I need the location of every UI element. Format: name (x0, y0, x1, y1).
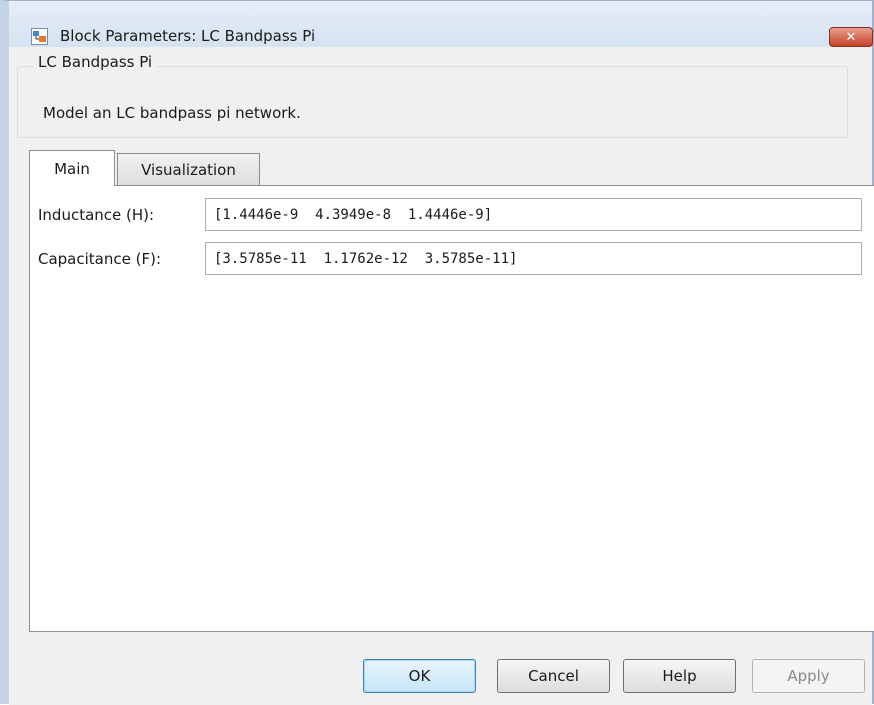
tab-visualization-label: Visualization (141, 161, 236, 179)
help-button[interactable]: Help (623, 659, 736, 693)
dialog-body: LC Bandpass Pi Model an LC bandpass pi n… (9, 47, 874, 705)
ok-button[interactable]: OK (363, 659, 476, 693)
ok-button-label: OK (408, 667, 431, 685)
cancel-button[interactable]: Cancel (497, 659, 610, 693)
close-icon: ✕ (845, 29, 857, 45)
title-bar[interactable]: Block Parameters: LC Bandpass Pi ✕ (9, 1, 873, 47)
apply-button: Apply (752, 659, 865, 693)
tab-visualization[interactable]: Visualization (117, 153, 260, 186)
apply-button-label: Apply (787, 667, 830, 685)
inductance-input[interactable]: [1.4446e-9 4.3949e-8 1.4446e-9] (205, 198, 862, 231)
window-title: Block Parameters: LC Bandpass Pi (60, 27, 316, 45)
block-description-group (17, 66, 848, 138)
help-button-label: Help (662, 667, 697, 685)
capacitance-input[interactable]: [3.5785e-11 1.1762e-12 3.5785e-11] (205, 242, 862, 275)
block-description: Model an LC bandpass pi network. (43, 104, 301, 122)
capacitance-label: Capacitance (F): (38, 250, 162, 268)
tab-main[interactable]: Main (29, 150, 115, 186)
inductance-label: Inductance (H): (38, 206, 155, 224)
cancel-button-label: Cancel (528, 667, 579, 685)
tab-main-label: Main (54, 159, 90, 178)
block-name: LC Bandpass Pi (33, 53, 158, 71)
block-parameters-dialog: Block Parameters: LC Bandpass Pi ✕ LC Ba… (0, 0, 874, 705)
simulink-block-icon (31, 28, 48, 45)
close-button[interactable]: ✕ (829, 27, 873, 47)
